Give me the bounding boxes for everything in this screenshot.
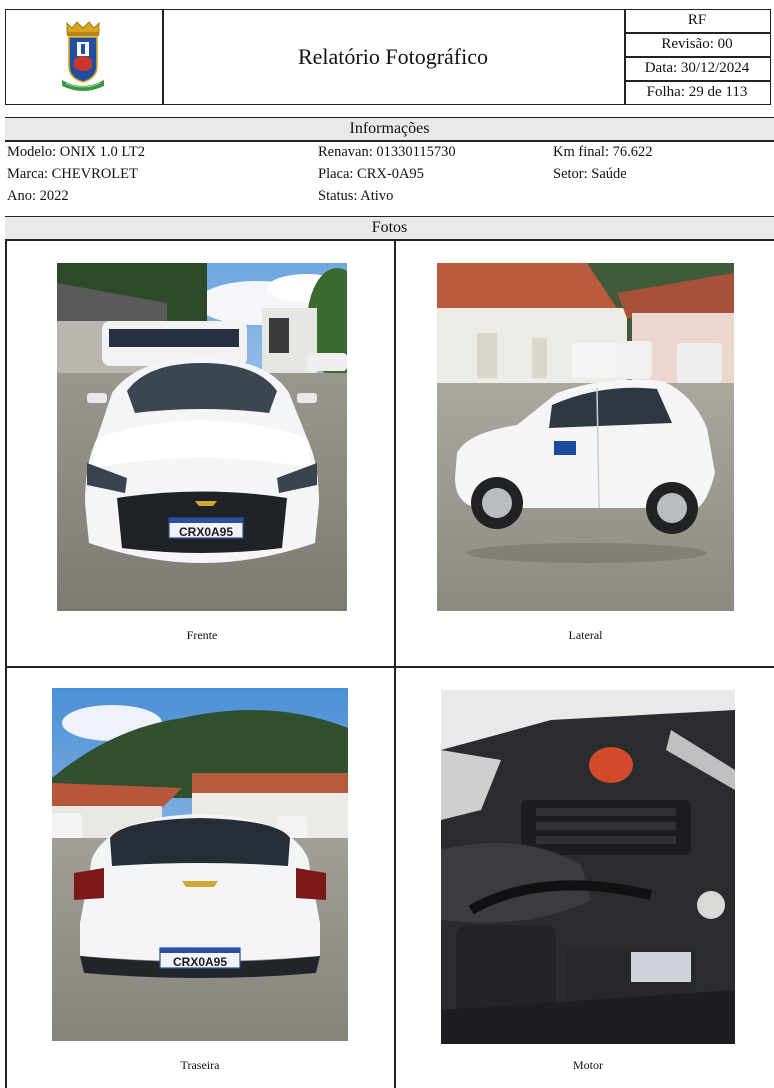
info-marca: Marca: CHEVROLET [7, 166, 138, 182]
info-ano: Ano: 2022 [7, 188, 69, 204]
rear-car-image: CRX0A95 [52, 688, 348, 1041]
front-car-image: CRX0A95 [57, 263, 347, 611]
info-setor: Setor: Saúde [553, 166, 627, 182]
caption-side: Lateral [568, 628, 603, 642]
doc-code: RF [687, 12, 707, 28]
front-plate-text: CRX0A95 [179, 525, 233, 539]
photos-section-title: Fotos [5, 217, 774, 239]
info-section-title: Informações [5, 118, 774, 140]
side-car-image [437, 263, 734, 611]
info-status: Status: Ativo [318, 188, 394, 204]
photo-front: CRX0A95 [57, 263, 347, 611]
photo-side [437, 263, 734, 611]
rear-plate-text: CRX0A95 [173, 955, 227, 969]
doc-date: Data: 30/12/2024 [644, 60, 750, 76]
photos-left-border [5, 240, 7, 1088]
engine-bay-image [441, 690, 735, 1044]
info-title-border [5, 140, 774, 142]
photo-rear: CRX0A95 [52, 688, 348, 1041]
crest-icon [62, 21, 104, 91]
municipal-crest-logo [58, 20, 108, 92]
caption-engine: Motor [573, 1058, 603, 1072]
photos-title-border [5, 239, 774, 241]
info-placa: Placa: CRX-0A95 [318, 166, 424, 182]
doc-sheet: Folha: 29 de 113 [646, 84, 748, 100]
caption-rear: Traseira [180, 1058, 220, 1072]
photos-grid-vertical [394, 240, 396, 1088]
info-km-final: Km final: 76.622 [553, 144, 653, 160]
document-title: Relatório Fotográfico [297, 44, 488, 69]
photo-engine [441, 690, 735, 1044]
doc-revision: Revisão: 00 [661, 36, 733, 52]
photos-grid-horizontal [5, 666, 774, 668]
info-modelo: Modelo: ONIX 1.0 LT2 [7, 144, 146, 160]
info-renavan: Renavan: 01330115730 [318, 144, 456, 160]
caption-front: Frente [186, 628, 218, 642]
